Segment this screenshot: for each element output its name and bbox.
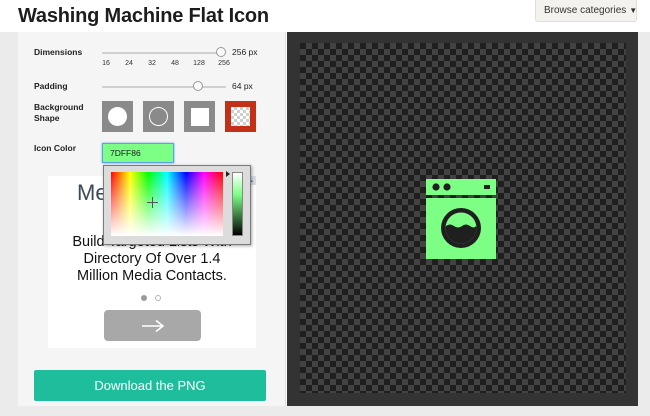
carousel-dot-active[interactable]: [141, 295, 147, 301]
dimensions-value: 256 px: [232, 47, 258, 57]
icon-color-label: Icon Color: [34, 143, 77, 153]
background-shape-label-line1: Background: [34, 102, 84, 112]
ad-next-button[interactable]: [104, 310, 201, 341]
ad-text-line2: Directory Of Over 1.4: [83, 251, 221, 267]
dimensions-label: Dimensions: [34, 47, 83, 57]
dimension-tick-16: 16: [102, 60, 110, 67]
dimensions-slider-track[interactable]: [102, 52, 226, 54]
carousel-dot-inactive[interactable]: [155, 295, 161, 301]
icon-color-input[interactable]: 7DFF86: [102, 143, 174, 163]
washing-machine-icon: [426, 179, 496, 259]
arrow-right-icon: [141, 319, 164, 332]
color-picker-popup: [103, 165, 251, 245]
crosshair-icon: [147, 197, 158, 208]
shape-transparent-button[interactable]: [225, 101, 256, 132]
page-title: Washing Machine Flat Icon: [18, 5, 269, 27]
dimensions-slider-thumb[interactable]: [216, 47, 226, 57]
shape-circle-outline-button[interactable]: [143, 101, 174, 132]
dimension-tick-256: 256: [218, 60, 230, 67]
ad-text-line3: Million Media Contacts.: [77, 268, 227, 284]
square-icon: [190, 107, 209, 126]
header: Washing Machine Flat Icon Browse categor…: [0, 0, 650, 32]
background-shape-label-line2: Shape: [34, 113, 60, 123]
dimension-tick-128: 128: [193, 60, 205, 67]
shape-circle-filled-button[interactable]: [102, 101, 133, 132]
color-value-slider[interactable]: [232, 172, 243, 236]
color-picker-field[interactable]: [111, 172, 223, 236]
dimension-tick-32: 32: [148, 60, 156, 67]
circle-outline-icon: [149, 107, 168, 126]
shape-square-button[interactable]: [184, 101, 215, 132]
browse-categories-button[interactable]: Browse categories ▼: [535, 0, 637, 22]
circle-filled-icon: [108, 107, 127, 126]
ad-carousel-dots: [141, 295, 165, 303]
dimension-tick-24: 24: [125, 60, 133, 67]
picker-pointer-icon: [226, 171, 230, 177]
padding-slider-track[interactable]: [102, 86, 226, 88]
download-png-button[interactable]: Download the PNG: [34, 370, 266, 401]
dimension-tick-48: 48: [171, 60, 179, 67]
padding-label: Padding: [34, 81, 68, 91]
padding-value: 64 px: [232, 81, 253, 91]
transparent-checker-icon: [231, 107, 250, 126]
caret-down-icon: ▼: [629, 6, 638, 15]
browse-categories-label: Browse categories: [544, 5, 627, 16]
